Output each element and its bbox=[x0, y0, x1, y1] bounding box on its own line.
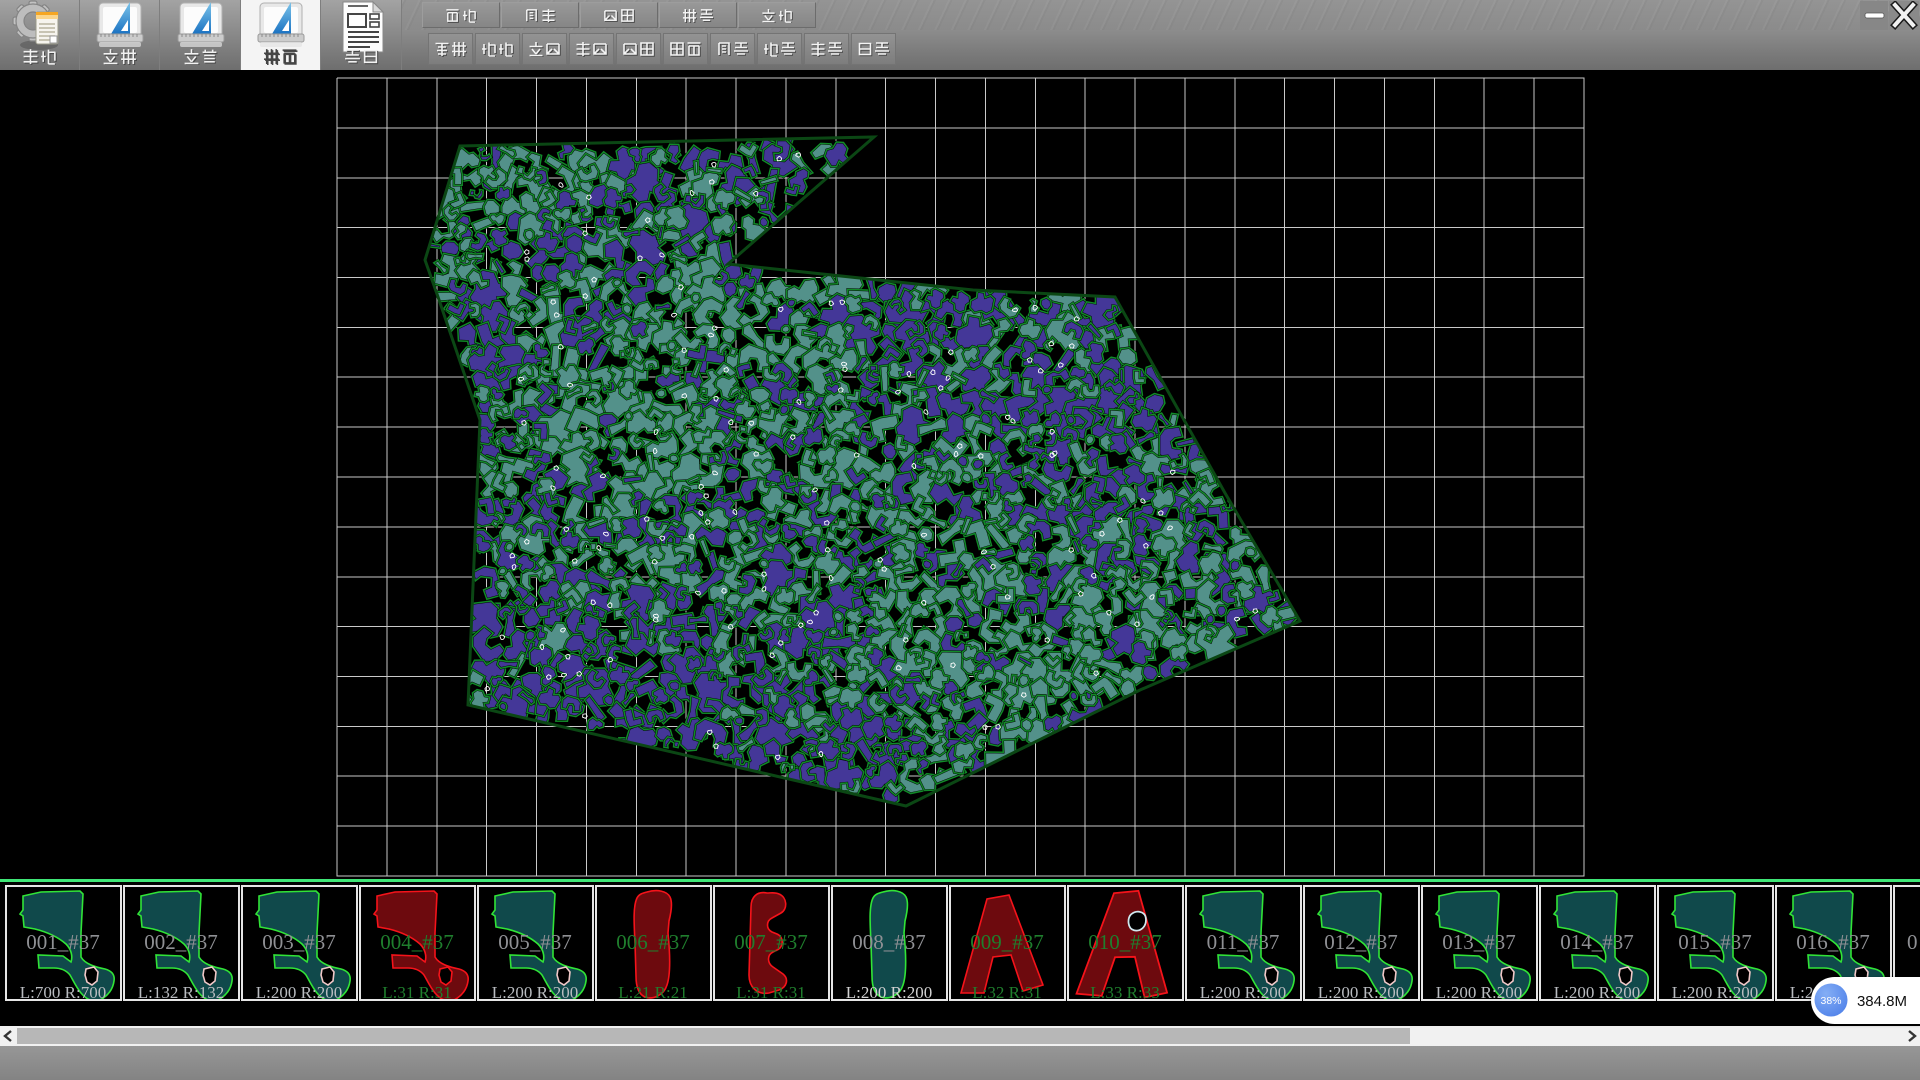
svg-text:L:200 R:200: L:200 R:200 bbox=[492, 983, 578, 999]
svg-text:011_#37: 011_#37 bbox=[1207, 930, 1280, 954]
svg-text:0: 0 bbox=[1907, 930, 1918, 954]
svg-text:014_#37: 014_#37 bbox=[1560, 930, 1634, 954]
svg-text:002_#37: 002_#37 bbox=[144, 930, 218, 954]
svg-text:L:200 R:200: L:200 R:200 bbox=[1672, 983, 1758, 999]
svg-text:008_#37: 008_#37 bbox=[852, 930, 926, 954]
svg-text:016_#37: 016_#37 bbox=[1796, 930, 1870, 954]
svg-text:L:200 R:200: L:200 R:200 bbox=[1318, 983, 1404, 999]
svg-text:L:31 R:31: L:31 R:31 bbox=[382, 983, 451, 999]
svg-text:015_#37: 015_#37 bbox=[1678, 930, 1752, 954]
svg-text:L:700 R:700: L:700 R:700 bbox=[20, 983, 106, 999]
svg-text:L:200 R:200: L:200 R:200 bbox=[846, 983, 932, 999]
svg-text:384.8M: 384.8M bbox=[1857, 993, 1907, 1010]
svg-text:013_#37: 013_#37 bbox=[1442, 930, 1516, 954]
svg-text:L:200 R:200: L:200 R:200 bbox=[1554, 983, 1640, 999]
svg-text:L:200 R:200: L:200 R:200 bbox=[1200, 983, 1286, 999]
svg-text:L:31 R:31: L:31 R:31 bbox=[736, 983, 805, 999]
svg-text:L:32 R:31: L:32 R:31 bbox=[972, 983, 1041, 999]
svg-text:007_#37: 007_#37 bbox=[734, 930, 808, 954]
svg-text:004_#37: 004_#37 bbox=[380, 930, 454, 954]
svg-text:L:200 R:200: L:200 R:200 bbox=[1436, 983, 1522, 999]
svg-text:003_#37: 003_#37 bbox=[262, 930, 336, 954]
svg-text:009_#37: 009_#37 bbox=[970, 930, 1044, 954]
svg-text:L:200 R:200: L:200 R:200 bbox=[256, 983, 342, 999]
svg-text:38%: 38% bbox=[1820, 995, 1841, 1007]
svg-text:010_#37: 010_#37 bbox=[1088, 930, 1162, 954]
svg-text:L:132 R:132: L:132 R:132 bbox=[138, 983, 224, 999]
svg-text:L:21 R:21: L:21 R:21 bbox=[618, 983, 687, 999]
svg-text:012_#37: 012_#37 bbox=[1324, 930, 1398, 954]
svg-text:001_#37: 001_#37 bbox=[26, 930, 100, 954]
svg-text:006_#37: 006_#37 bbox=[616, 930, 690, 954]
svg-text:L:33 R:33: L:33 R:33 bbox=[1090, 983, 1159, 999]
svg-text:005_#37: 005_#37 bbox=[498, 930, 572, 954]
